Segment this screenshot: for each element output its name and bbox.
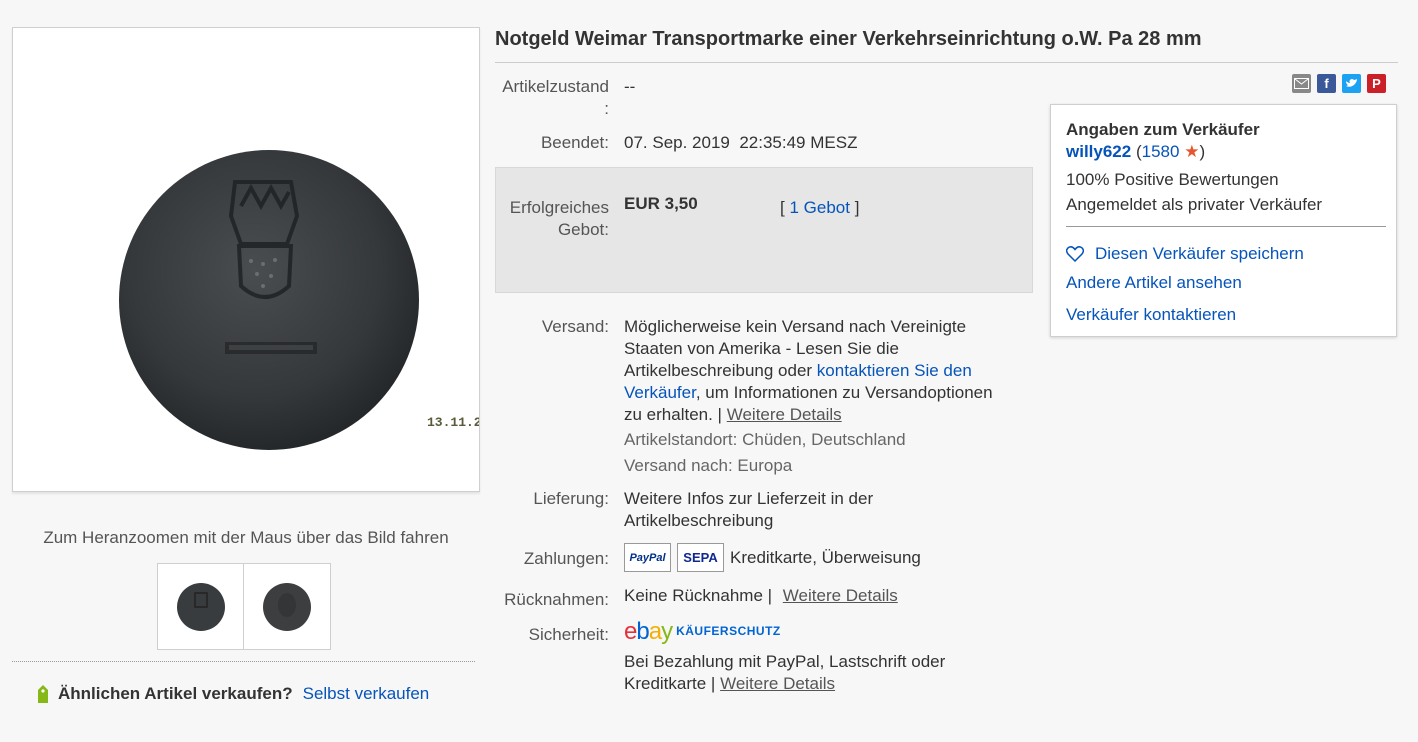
ebay-logo-letter: b <box>636 618 649 645</box>
share-icons: f P <box>1292 74 1386 93</box>
seller-heading: Angaben zum Verkäufer <box>1066 120 1260 139</box>
ended-date: 07. Sep. 2019 <box>624 133 730 152</box>
payments-info: PayPal SEPA Kreditkarte, Überweisung <box>624 543 921 572</box>
seller-name-row: willy622 (1580 ★) <box>1066 142 1205 162</box>
sell-yourself-link[interactable]: Selbst verkaufen <box>303 684 430 704</box>
returns-label: Rücknahmen: <box>504 590 609 609</box>
ebay-logo-letter: y <box>661 618 673 645</box>
shipping-line5-text: zu erhalten. | <box>624 405 722 424</box>
seller-name-link[interactable]: willy622 <box>1066 142 1131 161</box>
title-divider <box>495 62 1398 63</box>
sell-similar-question: Ähnlichen Artikel verkaufen? <box>58 684 293 703</box>
save-seller-row[interactable]: Diesen Verkäufer speichern <box>1066 244 1304 264</box>
coin-thumb-back-icon <box>263 582 311 631</box>
shipping-line5: zu erhalten. | Weitere Details <box>624 404 993 426</box>
security-line2-text: Kreditkarte | <box>624 674 716 693</box>
bid-label-line2: Gebot: <box>557 220 609 239</box>
contact-seller-link-b[interactable]: Verkäufer <box>624 383 696 402</box>
positive-feedback: 100% Positive Bewertungen <box>1066 170 1279 189</box>
delivery-line2: Artikelbeschreibung <box>624 511 774 530</box>
ebay-logo-letter: e <box>624 618 637 645</box>
heart-icon <box>1066 246 1084 262</box>
save-seller-link[interactable]: Diesen Verkäufer speichern <box>1095 244 1304 264</box>
zoom-hint: Zum Heranzoomen mit der Maus über das Bi… <box>43 528 449 547</box>
shipping-line4: Verkäufer, um Informationen zu Versandop… <box>624 382 993 404</box>
shipping-info: Möglicherweise kein Versand nach Vereini… <box>624 316 993 477</box>
ebay-logo-text: ebay <box>624 618 673 645</box>
shipping-line3-text: Artikelbeschreibung oder <box>624 361 817 380</box>
sepa-badge-text: SEPA <box>683 549 718 565</box>
ships-to: Versand nach: Europa <box>624 456 793 475</box>
delivery-line1: Weitere Infos zur Lieferzeit in der <box>624 489 874 508</box>
security-info: Bei Bezahlung mit PayPal, Lastschrift od… <box>624 651 945 695</box>
item-location: Artikelstandort: Chüden, Deutschland <box>624 430 906 449</box>
contact-seller-link-a[interactable]: kontaktieren Sie den <box>817 361 972 380</box>
twitter-icon[interactable] <box>1342 74 1361 93</box>
bid-count-bracket-close: ] <box>854 198 860 217</box>
returns-more-details-link[interactable]: Weitere Details <box>783 586 898 605</box>
star-icon: ★ <box>1184 142 1200 161</box>
facebook-icon[interactable]: f <box>1317 74 1336 93</box>
ebay-buyer-protection: ebay KÄUFERSCHUTZ <box>624 619 781 645</box>
security-label: Sicherheit: <box>528 625 609 644</box>
feedback-score-link[interactable]: 1580 <box>1142 142 1180 161</box>
contact-seller-link[interactable]: Verkäufer kontaktieren <box>1066 305 1236 325</box>
shipping-line2: Staaten von Amerika - Lesen Sie die <box>624 339 899 358</box>
paypal-icon: PayPal <box>624 543 671 572</box>
payment-methods-text: Kreditkarte, Überweisung <box>730 547 921 567</box>
winning-bid-price: EUR 3,50 <box>624 194 698 213</box>
delivery-label: Lieferung: <box>533 489 609 508</box>
seller-type: Angemeldet als privater Verkäufer <box>1066 195 1323 214</box>
seller-info-box: Angaben zum Verkäufer willy622 (1580 ★) … <box>1050 104 1397 337</box>
security-more-details-link[interactable]: Weitere Details <box>720 674 835 693</box>
paypal-badge-text: PayPal <box>629 551 666 564</box>
sell-similar-row: Ähnlichen Artikel verkaufen? Selbst verk… <box>36 684 429 704</box>
seller-divider <box>1066 226 1386 227</box>
security-line1: Bei Bezahlung mit PayPal, Lastschrift od… <box>624 652 946 671</box>
payments-label: Zahlungen: <box>523 549 609 568</box>
date-stamp: 13.11.2017 <box>427 415 479 430</box>
returns-text: Keine Rücknahme | <box>624 586 773 605</box>
security-line2: Kreditkarte | Weitere Details <box>624 673 945 695</box>
ended-time: 22:35:49 MESZ <box>739 133 858 152</box>
ended-label: Beendet: <box>540 133 609 152</box>
sepa-icon: SEPA <box>677 543 724 572</box>
pinterest-icon[interactable]: P <box>1367 74 1386 93</box>
main-image-frame[interactable]: 13.11.2017 <box>12 27 480 492</box>
bid-count: [ 1 Gebot ] <box>780 197 859 219</box>
bid-label-line1: Erfolgreiches <box>509 198 609 217</box>
ebay-logo: ebay <box>624 618 673 645</box>
shipping-line3: Artikelbeschreibung oder kontaktieren Si… <box>624 360 993 382</box>
other-items-link[interactable]: Andere Artikel ansehen <box>1066 273 1242 293</box>
shipping-more-details-link[interactable]: Weitere Details <box>727 405 842 424</box>
buyer-protection-text: KÄUFERSCHUTZ <box>676 624 781 638</box>
condition-label-colon: : <box>604 99 609 118</box>
thumbnail-front[interactable] <box>157 563 244 650</box>
ended-value: 07. Sep. 2019 22:35:49 MESZ <box>624 132 857 154</box>
bid-count-link[interactable]: 1 Gebot <box>789 198 850 217</box>
price-tag-icon <box>38 685 48 703</box>
bid-count-bracket-open: [ <box>780 198 785 217</box>
condition-value: -- <box>624 77 636 96</box>
condition-label: Artikelzustand <box>502 77 609 96</box>
delivery-info: Weitere Infos zur Lieferzeit in der Arti… <box>624 488 873 532</box>
thumbnail-strip <box>157 563 331 650</box>
thumbnail-back[interactable] <box>244 563 331 650</box>
returns-info: Keine Rücknahme | Weitere Details <box>624 585 898 607</box>
coin-image: 13.11.2017 <box>119 150 479 450</box>
shipping-line4-text: , um Informationen zu Versandoptionen <box>695 383 993 402</box>
divider <box>12 661 475 662</box>
page-title: Notgeld Weimar Transportmarke einer Verk… <box>495 28 1202 50</box>
shipping-label: Versand: <box>541 317 609 336</box>
ebay-logo-letter: a <box>648 618 662 645</box>
email-icon[interactable] <box>1292 74 1311 93</box>
shipping-line1: Möglicherweise kein Versand nach Vereini… <box>624 317 967 336</box>
seller-score-paren-close: ) <box>1199 142 1206 161</box>
coin-thumb-front-icon <box>176 582 225 631</box>
